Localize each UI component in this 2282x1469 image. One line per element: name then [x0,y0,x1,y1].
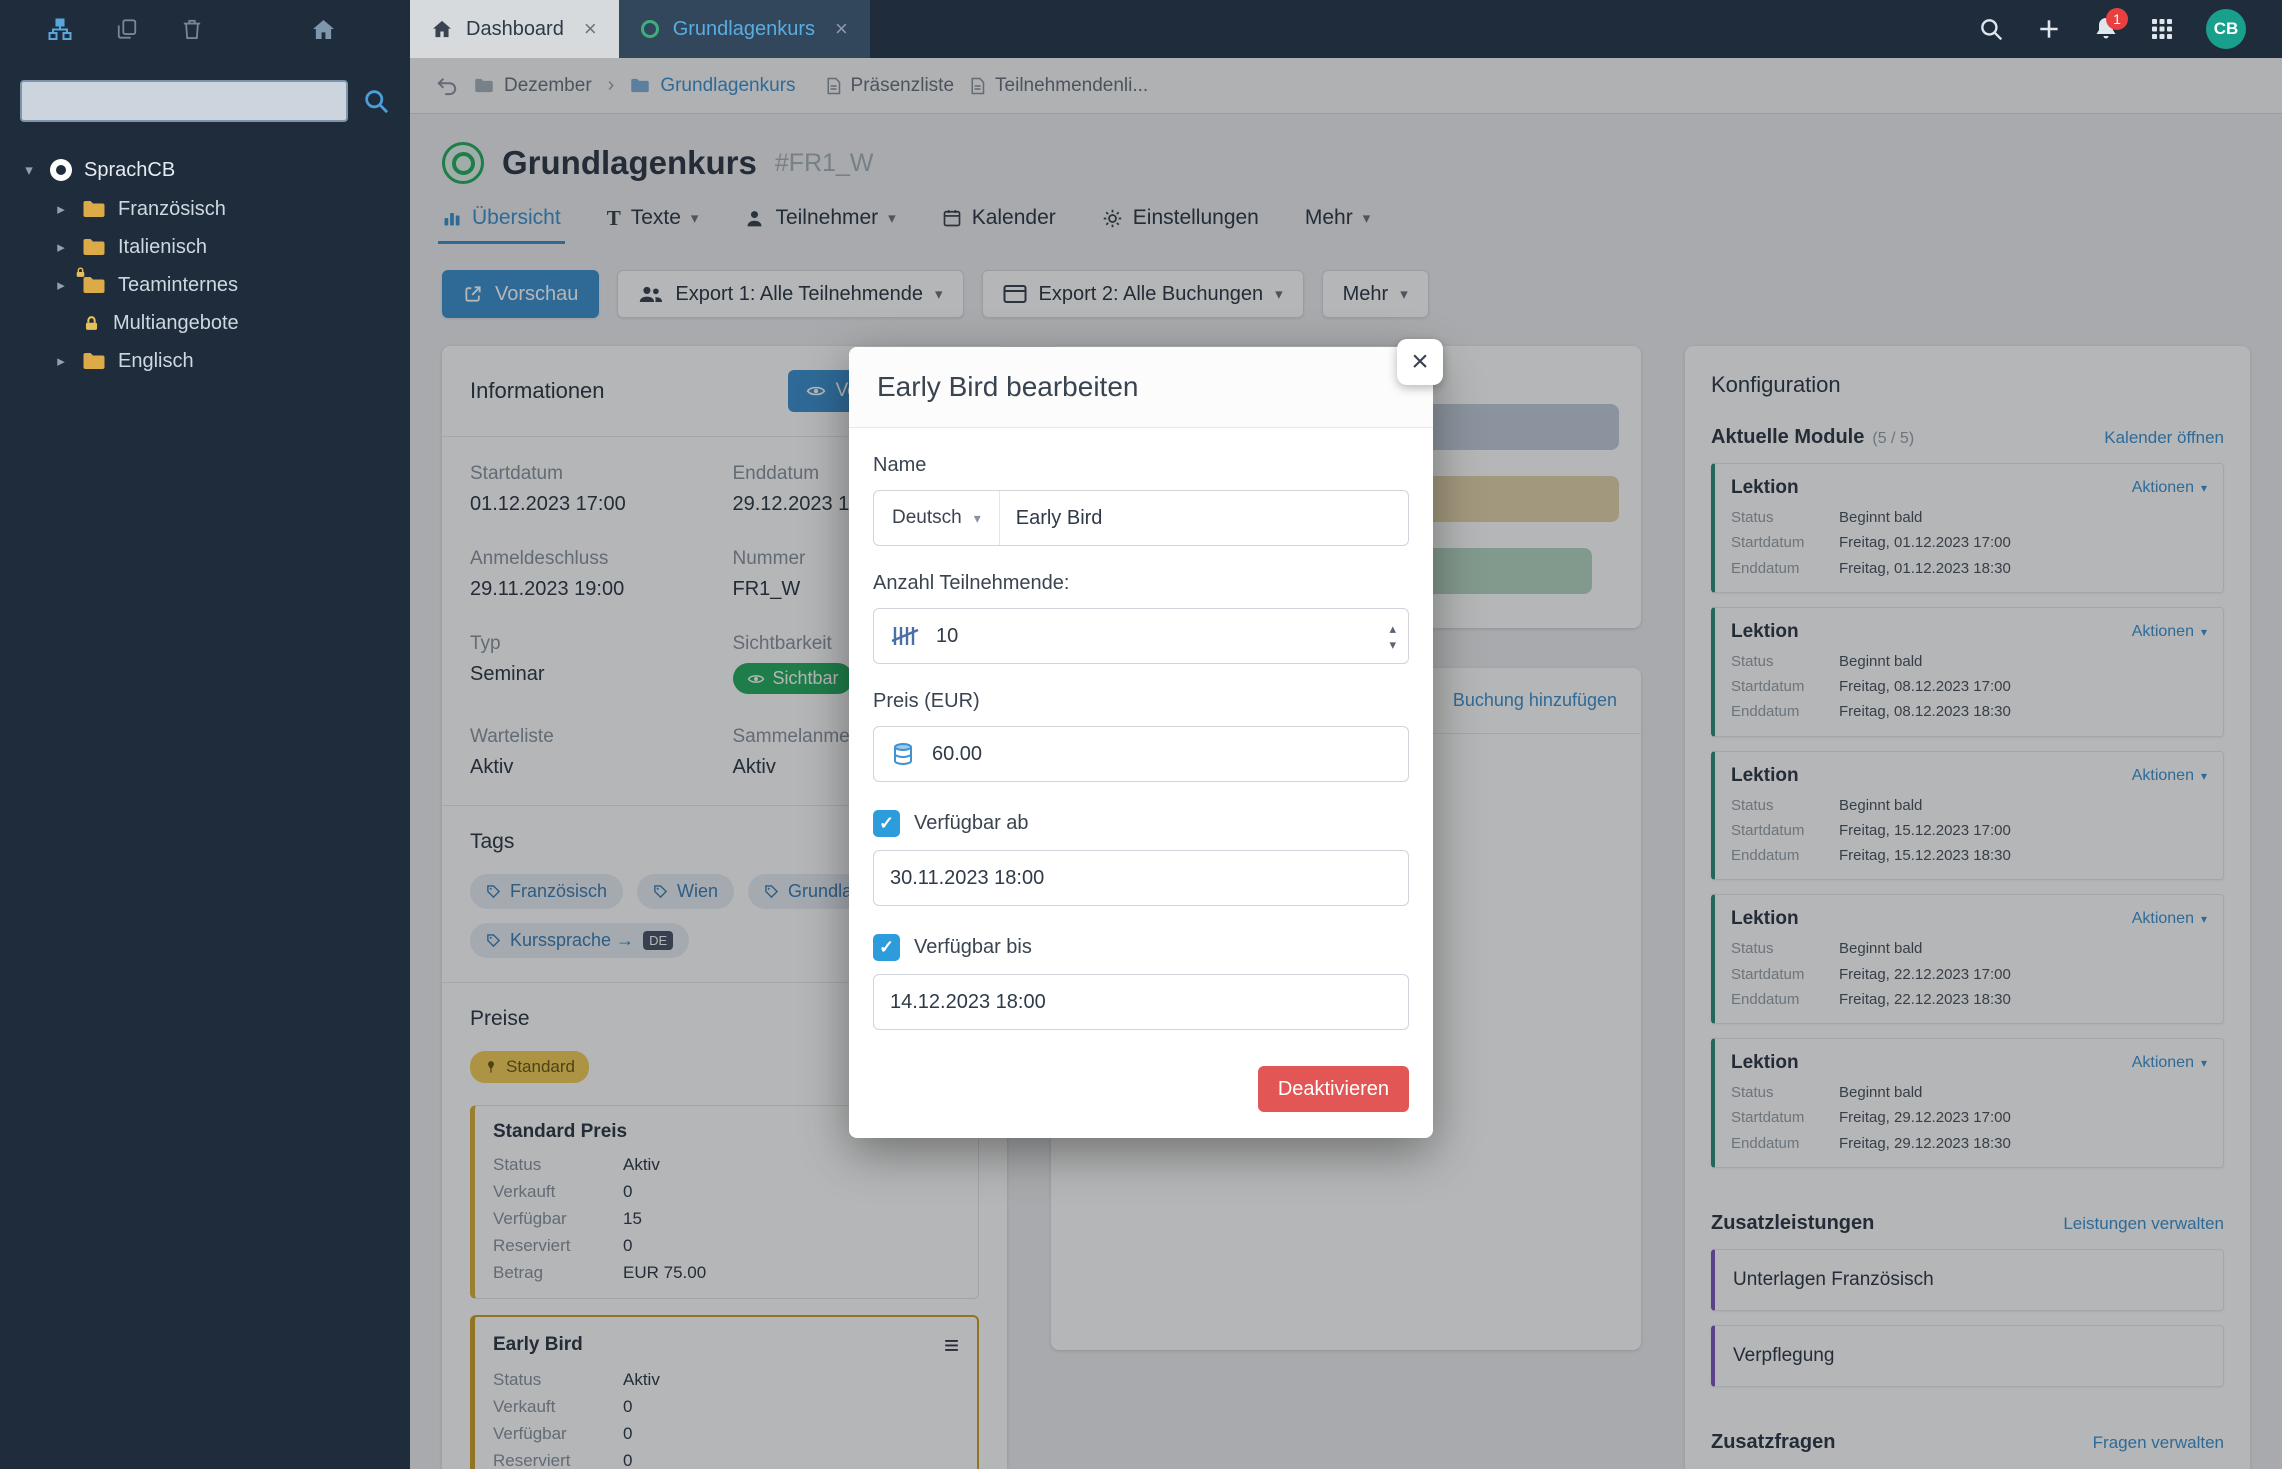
organization-icon [50,159,72,181]
folder-icon [82,237,106,257]
top-bar: Dashboard × Grundlagenkurs × 1 CB [0,0,2282,58]
lock-icon [82,314,101,333]
close-icon[interactable]: × [1397,339,1443,385]
sitemap-icon[interactable] [48,18,72,41]
name-input-group: Deutsch ▾ [873,490,1409,546]
course-icon [641,20,659,38]
tree-label: Teaminternes [118,274,238,297]
home-icon[interactable] [312,19,335,40]
number-stepper[interactable]: ▴ ▾ [1389,622,1408,651]
folder-icon [82,199,106,219]
plus-icon[interactable] [2036,16,2062,42]
tree-item-teaminternes[interactable]: ▸ Teaminternes [20,266,390,304]
anzahl-label: Anzahl Teilnehmende: [873,572,1409,595]
search-icon[interactable] [362,87,390,115]
search-input[interactable] [20,80,348,122]
anzahl-input-group: ▴ ▾ [873,608,1409,664]
verfuegbar-bis-label: Verfügbar bis [914,936,1032,959]
chevron-down-icon[interactable]: ▾ [1389,638,1396,651]
check-icon: ✓ [879,937,894,958]
apps-grid-icon[interactable] [2150,17,2174,41]
home-icon [432,20,452,38]
check-icon: ✓ [879,813,894,834]
avatar[interactable]: CB [2206,9,2246,49]
tree-item-italienisch[interactable]: ▸ Italienisch [20,228,390,266]
chevron-right-icon[interactable]: ▸ [52,200,70,218]
tree-item-franzoesisch[interactable]: ▸ Französisch [20,190,390,228]
chevron-right-icon[interactable]: ▸ [52,276,70,294]
name-label: Name [873,454,1409,477]
tree-root-sprachcb[interactable]: ▾ SprachCB [20,150,390,190]
coins-icon [874,742,916,766]
tree-label: Multiangebote [113,312,239,335]
copy-icon[interactable] [116,18,138,40]
name-input[interactable] [1000,507,1408,530]
deactivate-button[interactable]: Deaktivieren [1258,1066,1409,1112]
lock-icon [74,266,87,279]
chevron-right-icon[interactable]: ▸ [52,352,70,370]
early-bird-edit-modal: × Early Bird bearbeiten Name Deutsch ▾ A… [849,347,1433,1138]
locked-folder-icon [82,275,106,295]
verfuegbar-bis-checkbox[interactable]: ✓ [873,934,900,961]
close-icon[interactable]: × [578,16,597,42]
sidebar: ▾ SprachCB ▸ Französisch ▸ Italienisch ▸ [0,58,410,1469]
tab-label: Dashboard [466,18,564,41]
topbar-tabs: Dashboard × Grundlagenkurs × [410,0,870,58]
tree-item-multiangebote[interactable]: Multiangebote [20,304,390,342]
language-selector[interactable]: Deutsch ▾ [874,491,1000,545]
verfuegbar-bis-group [873,974,1409,1030]
notifications-button[interactable]: 1 [2094,16,2118,42]
tally-icon [874,624,920,648]
topbar-tool-icons [0,0,410,58]
tree-label: Englisch [118,350,194,373]
tab-label: Grundlagenkurs [673,18,815,41]
language-value: Deutsch [892,507,962,529]
tab-grundlagenkurs[interactable]: Grundlagenkurs × [619,0,870,58]
preis-label: Preis (EUR) [873,690,1409,713]
notification-badge: 1 [2106,8,2128,30]
trash-icon[interactable] [182,18,202,40]
preis-input-group [873,726,1409,782]
tree-item-englisch[interactable]: ▸ Englisch [20,342,390,380]
tree-label: Französisch [118,198,226,221]
tree-label: Italienisch [118,236,207,259]
verfuegbar-ab-group [873,850,1409,906]
course-tree: ▾ SprachCB ▸ Französisch ▸ Italienisch ▸ [20,150,390,380]
chevron-up-icon[interactable]: ▴ [1389,622,1396,635]
folder-icon [82,351,106,371]
sidebar-search [20,80,390,122]
verfuegbar-ab-checkbox[interactable]: ✓ [873,810,900,837]
chevron-down-icon[interactable]: ▾ [20,161,38,179]
tree-label: SprachCB [84,159,175,182]
modal-title: Early Bird bearbeiten [877,371,1405,403]
preis-input[interactable] [916,743,1408,766]
verfuegbar-ab-input[interactable] [874,867,1408,890]
search-icon[interactable] [1978,16,2004,42]
anzahl-input[interactable] [920,625,1389,648]
topbar-actions: 1 CB [1978,0,2282,58]
chevron-down-icon: ▾ [974,510,981,527]
close-icon[interactable]: × [829,16,848,42]
tab-dashboard[interactable]: Dashboard × [410,0,619,58]
verfuegbar-ab-label: Verfügbar ab [914,812,1029,835]
verfuegbar-bis-input[interactable] [874,991,1408,1014]
chevron-right-icon[interactable]: ▸ [52,238,70,256]
